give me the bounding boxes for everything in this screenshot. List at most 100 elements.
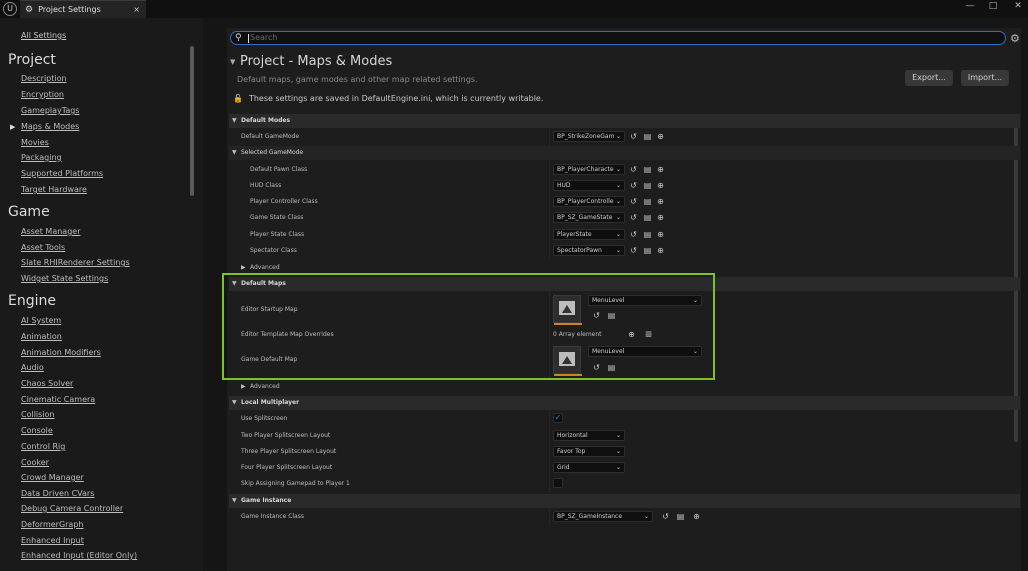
sidebar-item-asset-tools[interactable]: Asset Tools [21,243,65,252]
import-button[interactable]: Import... [961,70,1009,86]
sidebar-item-asset-manager[interactable]: Asset Manager [21,227,80,236]
game-default-map-combo[interactable]: MenuLevel ⌄ [588,346,702,357]
browse-folder-icon[interactable]: ▤ [643,132,652,141]
sidebar-item-supported-platforms[interactable]: Supported Platforms [21,169,103,178]
search-input[interactable]: ⚲ Search [230,31,1006,45]
export-button[interactable]: Export... [905,70,953,86]
sidebar-item-enhanced-input-editor[interactable]: Enhanced Input (Editor Only) [21,551,137,560]
close-window-button[interactable]: ✕ [1011,1,1025,11]
browse-asset-icon[interactable]: ↺ [629,246,638,255]
column-splitter[interactable] [549,410,550,493]
add-icon[interactable]: ⊕ [692,512,701,521]
browse-folder-icon[interactable]: ▤ [643,181,652,190]
subcategory-selected-gamemode[interactable]: ▼ Selected GameMode [229,146,1020,160]
advanced-arrow-icon[interactable]: ▶ [241,383,246,390]
collapse-arrow-icon[interactable]: ▼ [230,58,235,66]
browse-asset-icon[interactable]: ↺ [629,197,638,206]
browse-asset-icon[interactable]: ↺ [629,165,638,174]
sidebar-item-packaging[interactable]: Packaging [21,153,62,162]
sidebar-item-data-driven-cvars[interactable]: Data Driven CVars [21,489,94,498]
sidebar-item-cooker[interactable]: Cooker [21,458,49,467]
sidebar-item-crowd-manager[interactable]: Crowd Manager [21,473,84,482]
sidebar-item-description[interactable]: Description [21,74,67,83]
player-controller-combo[interactable]: BP_PlayerControlle ⌄ [553,196,625,207]
default-gamemode-combo[interactable]: BP_StrikeZoneGam ⌄ [553,131,625,142]
add-icon[interactable]: ⊕ [656,246,665,255]
add-element-icon[interactable]: ⊕ [627,330,636,339]
sidebar-item-console[interactable]: Console [21,426,53,435]
maximize-button[interactable]: □ [986,1,1000,11]
sidebar-item-chaos-solver[interactable]: Chaos Solver [21,379,73,388]
browse-asset-icon[interactable]: ↺ [629,181,638,190]
advanced-toggle[interactable]: Advanced [250,264,280,271]
editor-startup-map-combo[interactable]: MenuLevel ⌄ [588,295,702,306]
browse-folder-icon[interactable]: ▤ [643,246,652,255]
sidebar-item-deformergraph[interactable]: DeformerGraph [21,520,83,529]
sidebar-item-control-rig[interactable]: Control Rig [21,442,65,451]
browse-asset-icon[interactable]: ↺ [661,512,670,521]
add-icon[interactable]: ⊕ [656,132,665,141]
use-splitscreen-label: Use Splitscreen [241,415,288,422]
browse-folder-icon[interactable]: ▤ [607,363,616,372]
sidebar-item-slate-rhirenderer[interactable]: Slate RHIRenderer Settings [21,258,130,267]
hud-class-combo[interactable]: HUD ⌄ [553,180,625,191]
sidebar-item-widget-state[interactable]: Widget State Settings [21,274,108,283]
category-local-multiplayer[interactable]: ▼ Local Multiplayer [229,396,1020,410]
category-game-instance[interactable]: ▼ Game Instance [229,494,1020,508]
add-icon[interactable]: ⊕ [656,197,665,206]
sidebar-item-animation[interactable]: Animation [21,332,62,341]
two-player-layout-combo[interactable]: Horizontal ⌄ [553,430,625,441]
browse-folder-icon[interactable]: ▤ [676,512,685,521]
trash-icon[interactable]: ▥ [644,330,653,339]
browse-asset-icon[interactable]: ↺ [592,363,601,372]
sidebar-item-enhanced-input[interactable]: Enhanced Input [21,536,84,545]
unreal-logo-icon[interactable]: U [3,2,17,16]
browse-folder-icon[interactable]: ▤ [643,230,652,239]
sidebar-item-encryption[interactable]: Encryption [21,90,64,99]
browse-folder-icon[interactable]: ▤ [643,197,652,206]
browse-asset-icon[interactable]: ↺ [629,230,638,239]
three-player-layout-combo[interactable]: Favor Top ⌄ [553,446,625,457]
sidebar-item-audio[interactable]: Audio [21,363,44,372]
sidebar-item-animation-modifiers[interactable]: Animation Modifiers [21,348,101,357]
use-splitscreen-checkbox[interactable]: ✓ [553,413,563,423]
close-tab-icon[interactable]: × [133,5,140,14]
browse-asset-icon[interactable]: ↺ [629,213,638,222]
browse-folder-icon[interactable]: ▤ [643,165,652,174]
game-state-combo[interactable]: BP_SZ_GameState ⌄ [553,212,625,223]
skip-gamepad-checkbox[interactable] [553,478,563,488]
map-thumbnail[interactable] [553,295,582,325]
player-state-combo[interactable]: PlayerState ⌄ [553,229,625,240]
sidebar-item-gameplaytags[interactable]: GameplayTags [21,106,79,115]
browse-asset-icon[interactable]: ↺ [592,311,601,320]
sidebar-item-collision[interactable]: Collision [21,410,55,419]
browse-folder-icon[interactable]: ▤ [643,213,652,222]
gear-icon[interactable]: ⚙ [1010,32,1020,45]
category-default-modes[interactable]: ▼ Default Modes [229,114,1020,128]
sidebar-item-debug-camera[interactable]: Debug Camera Controller [21,504,123,513]
spectator-class-combo[interactable]: SpectatorPawn ⌄ [553,245,625,256]
add-icon[interactable]: ⊕ [656,181,665,190]
add-icon[interactable]: ⊕ [656,165,665,174]
map-image-icon [559,301,575,315]
four-player-layout-combo[interactable]: Grid ⌄ [553,462,625,473]
advanced-toggle[interactable]: Advanced [250,383,280,390]
add-icon[interactable]: ⊕ [656,213,665,222]
sidebar-item-cinematic-camera[interactable]: Cinematic Camera [21,395,95,404]
game-instance-class-combo[interactable]: BP_SZ_GameInstance ⌄ [553,511,653,522]
browse-folder-icon[interactable]: ▤ [607,311,616,320]
minimize-button[interactable]: — [963,1,977,11]
browse-asset-icon[interactable]: ↺ [629,132,638,141]
map-thumbnail[interactable] [553,346,582,376]
all-settings-link[interactable]: All Settings [21,31,66,40]
column-splitter[interactable] [549,508,550,526]
sidebar-item-maps-modes[interactable]: Maps & Modes [21,122,79,131]
sidebar-item-movies[interactable]: Movies [21,138,49,147]
sidebar-scrollbar[interactable] [190,46,194,196]
default-pawn-combo[interactable]: BP_PlayerCharacte ⌄ [553,164,625,175]
sidebar-item-target-hardware[interactable]: Target Hardware [21,185,87,194]
add-icon[interactable]: ⊕ [656,230,665,239]
sidebar-item-ai-system[interactable]: AI System [21,316,61,325]
tab-project-settings[interactable]: ⚙ Project Settings × [20,0,146,18]
advanced-arrow-icon[interactable]: ▶ [241,264,246,271]
